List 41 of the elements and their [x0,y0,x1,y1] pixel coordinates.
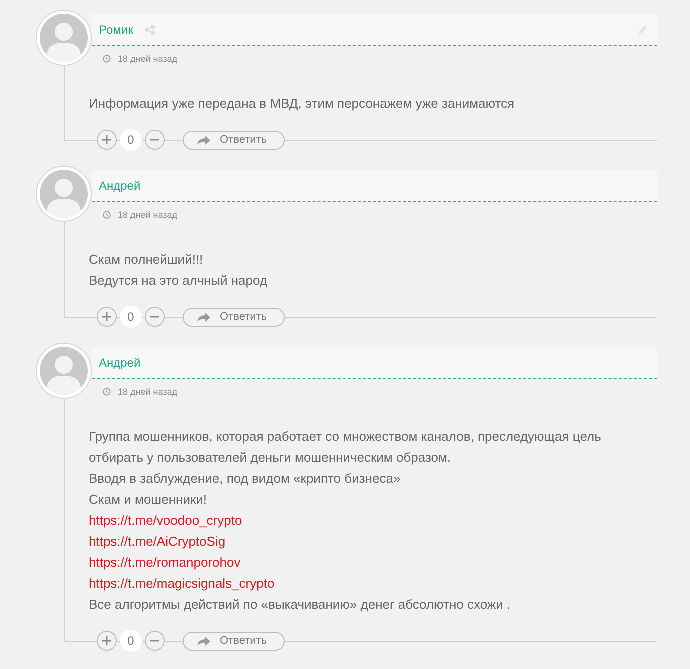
minus-icon [150,316,160,318]
author-name[interactable]: Андрей [99,178,141,192]
reply-arrow-icon [197,136,211,144]
comment-text: Информация уже передана в МВД, этим персонажем уже занимаются [89,95,515,113]
reply-button[interactable]: Ответить [183,308,285,326]
link[interactable]: https://t.me/romanporohov [89,552,241,573]
author-name[interactable]: Андрей [99,356,141,370]
downvote-button[interactable] [145,307,165,327]
vote-count: 0 [120,306,142,328]
vote-count: 0 [120,129,142,151]
plus-icon [102,312,112,322]
comment-text: Группа мошенников, которая работает со множеством каналов, преследующая цель отбирать у пользователей деньги мошенническим образом. [89,428,602,467]
upvote-button[interactable] [97,130,117,150]
reply-arrow-icon [197,636,211,646]
minus-icon [150,139,160,141]
comment-text: Все алгоритмы действий по «выкачиванию» денег абсолютно схожи . [89,596,511,614]
reply-arrow-icon [197,312,211,322]
comment-text: Вводя в заблуждение, под видом «крипто бизнеса» [89,470,401,488]
upvote-button[interactable] [97,631,117,651]
minus-icon [150,640,160,642]
clock-icon [103,55,111,63]
upvote-button[interactable] [97,307,117,327]
downvote-button[interactable] [145,631,165,651]
author-name[interactable]: Ромик [99,22,134,36]
plus-icon [102,636,112,646]
vote-count: 0 [120,630,142,652]
comment-text: Скам и мошенники! [89,491,208,509]
downvote-button[interactable] [145,130,165,150]
link[interactable]: https://t.me/AiCryptoSig [89,531,226,552]
comment-time: 18 дней назад [118,387,178,397]
reply-button[interactable]: Ответить [183,632,285,650]
link[interactable]: https://t.me/magicsignals_crypto [89,573,275,594]
comment-text: Скам полнейший!!! [89,251,204,269]
comment-time: 18 дней назад [118,54,178,64]
reply-button[interactable]: Ответить [183,130,285,150]
link[interactable]: https://t.me/voodoo_crypto [89,510,242,531]
clock-icon [103,388,111,396]
comment-text: Ведутся на это алчный народ [89,272,268,290]
clock-icon [103,211,111,219]
plus-icon [102,135,112,145]
comment-time: 18 дней назад [118,210,178,220]
